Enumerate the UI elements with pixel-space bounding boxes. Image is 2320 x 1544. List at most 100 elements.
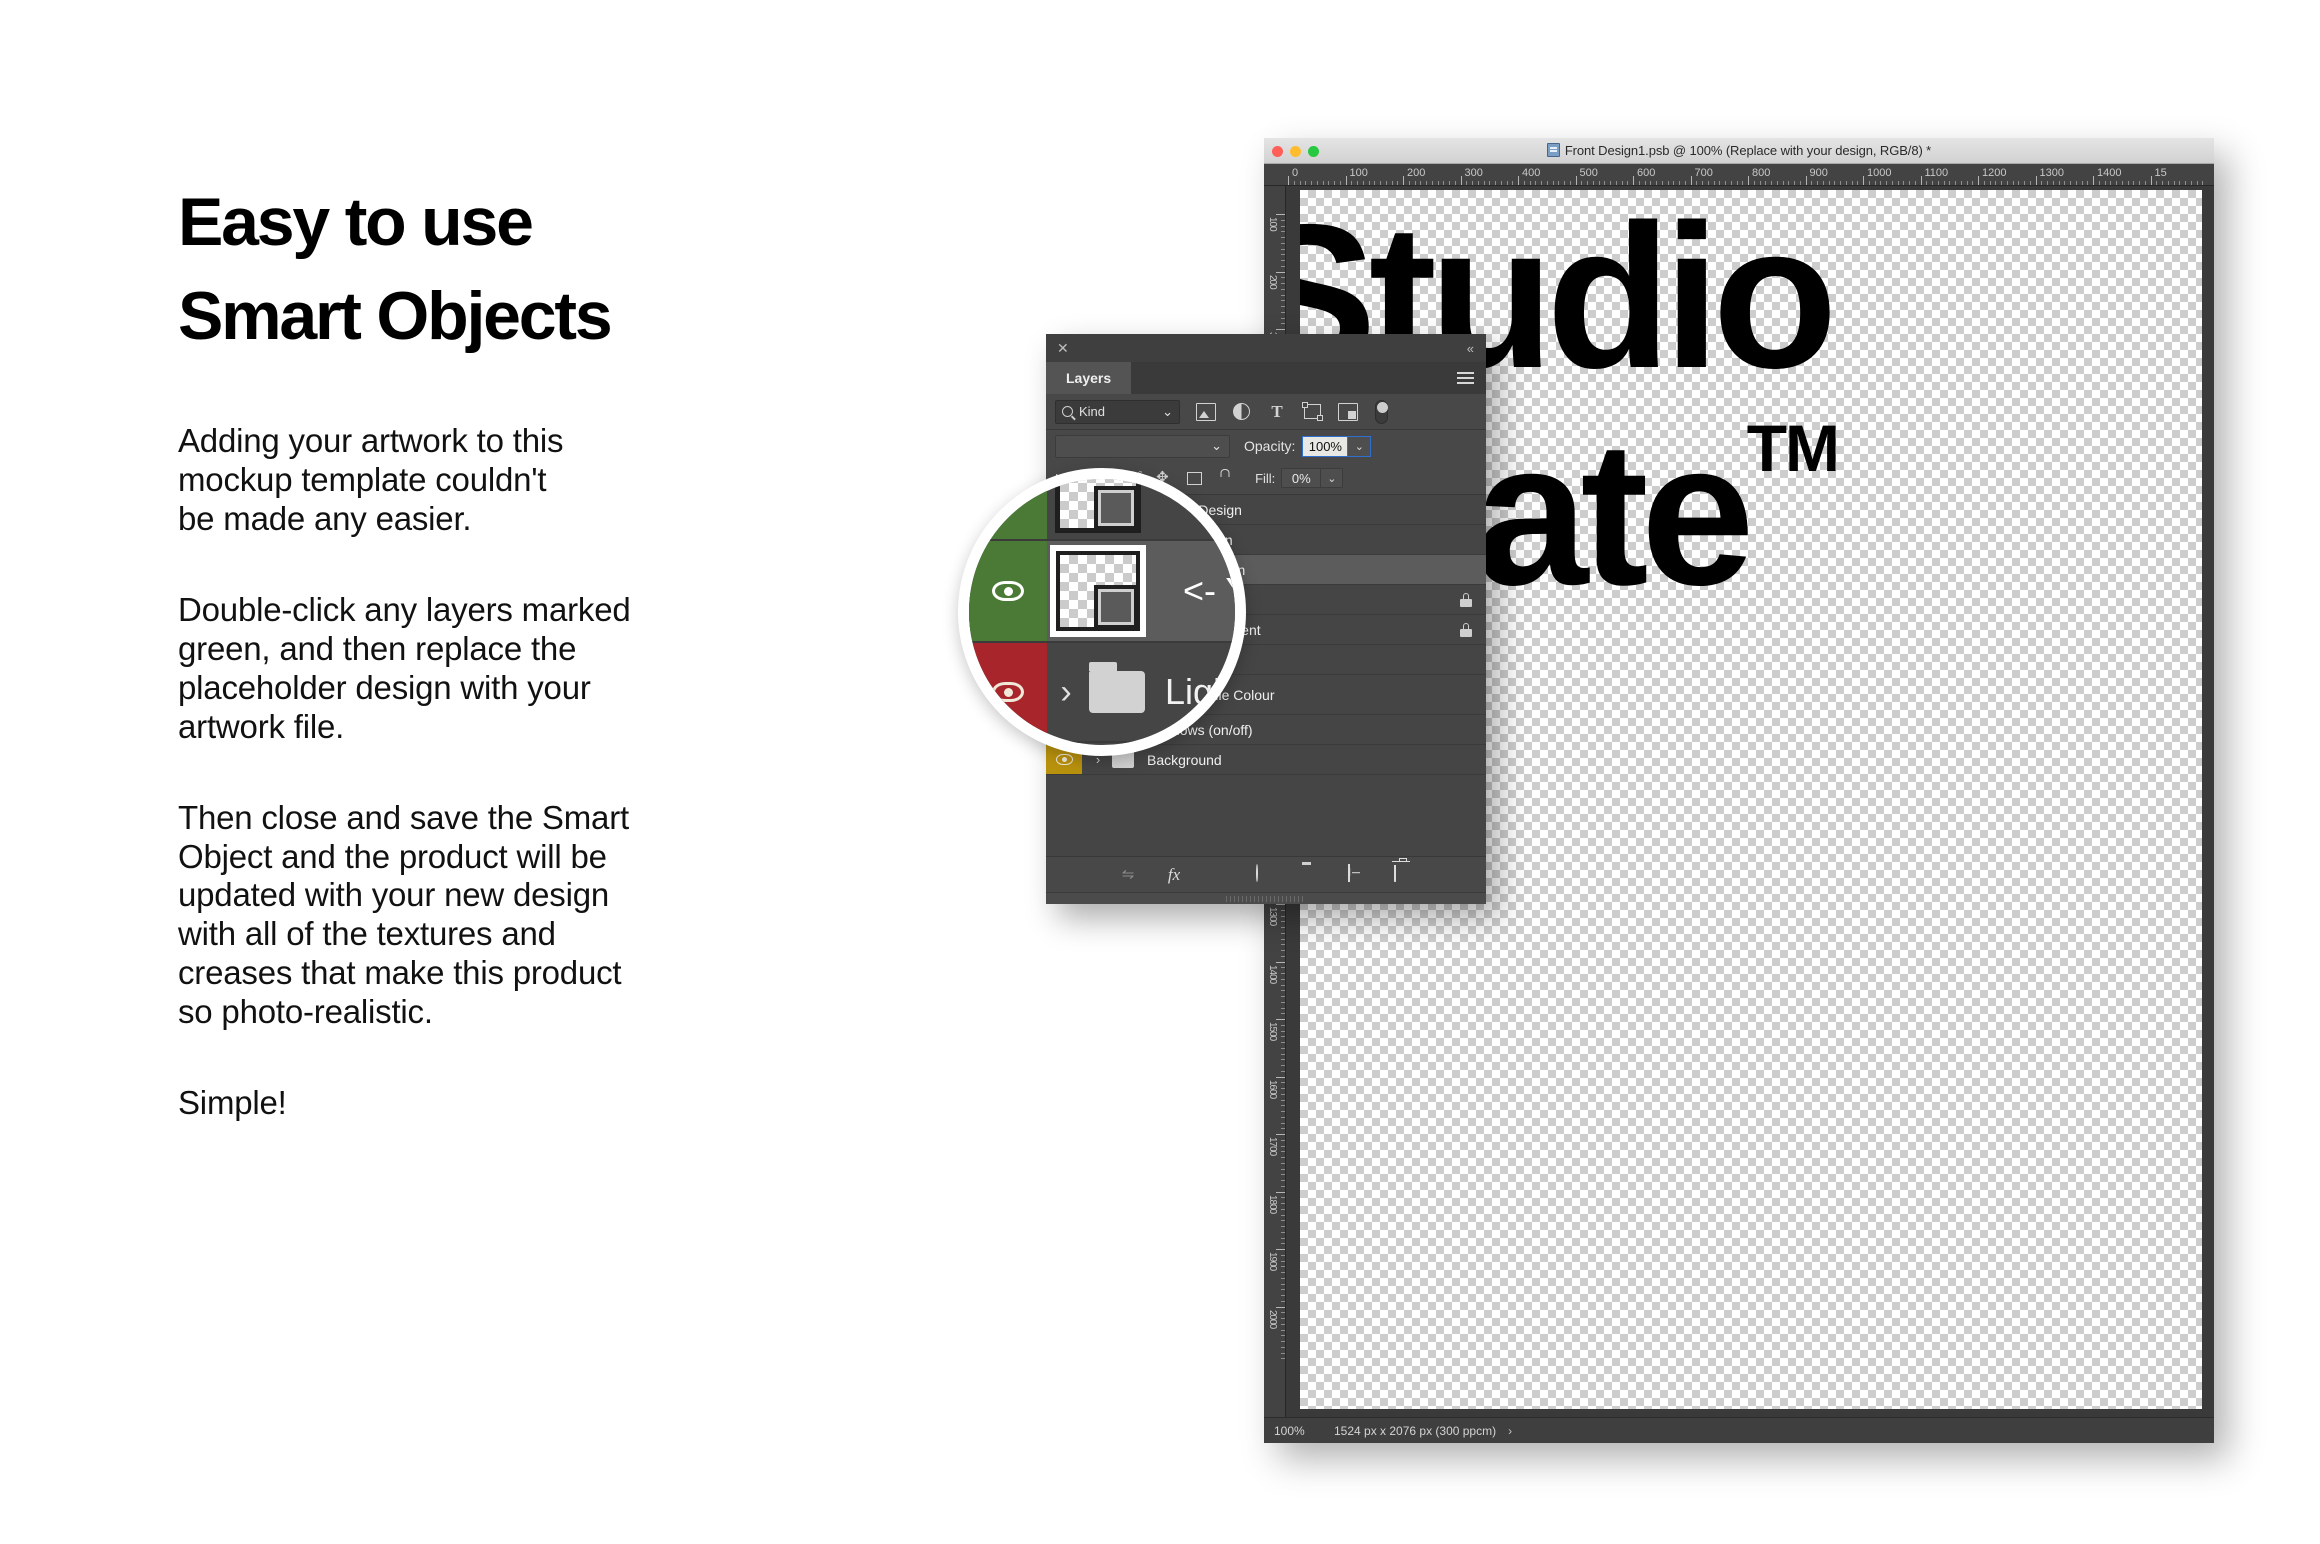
- ruler-minor-tick: [1794, 181, 1795, 185]
- ruler-tick: [1346, 176, 1347, 185]
- marketing-copy: Easy to use Smart Objects Adding your ar…: [178, 188, 798, 1123]
- ruler-minor-tick: [1742, 181, 1743, 185]
- ruler-label: 1900: [1267, 1252, 1277, 1270]
- shape-filter-icon[interactable]: [1304, 404, 1321, 419]
- ruler-minor-tick: [1281, 1169, 1285, 1170]
- ruler-minor-tick: [1449, 181, 1450, 185]
- fill-chevron-down-icon[interactable]: ⌄: [1321, 468, 1343, 488]
- layer-name[interactable]: Light: [1165, 671, 1243, 713]
- close-button[interactable]: [1272, 146, 1283, 157]
- disclosure-chevron-icon[interactable]: ›: [1051, 673, 1081, 712]
- magnified-row-selected[interactable]: <- Yo: [969, 541, 1246, 643]
- ruler-minor-tick: [1714, 181, 1715, 185]
- ruler-minor-tick: [2168, 181, 2169, 185]
- ruler-label: 1400: [1267, 965, 1277, 983]
- ruler-minor-tick: [1823, 181, 1824, 185]
- visibility-toggle[interactable]: [969, 643, 1047, 741]
- ruler-minor-tick: [1281, 1013, 1285, 1014]
- callout-text: <- Yo: [1183, 570, 1246, 612]
- smart-object-filter-icon[interactable]: [1338, 403, 1358, 421]
- layer-name[interactable]: Background: [1147, 752, 1222, 768]
- layer-style-fx-icon[interactable]: fx: [1164, 865, 1184, 885]
- ruler-minor-tick: [2202, 181, 2203, 185]
- fill-input[interactable]: 0%: [1281, 468, 1321, 488]
- ruler-minor-tick: [1409, 181, 1410, 185]
- opacity-chevron-down-icon[interactable]: ⌄: [1348, 436, 1371, 457]
- ruler-minor-tick: [1281, 1203, 1285, 1204]
- window-traffic-lights[interactable]: [1272, 146, 1319, 157]
- ruler-minor-tick: [1719, 181, 1720, 185]
- ruler-minor-tick: [1754, 181, 1755, 185]
- ruler-label: 1800: [1267, 1195, 1277, 1213]
- ruler-minor-tick: [1281, 979, 1285, 980]
- minimize-button[interactable]: [1290, 146, 1301, 157]
- opacity-label: Opacity:: [1244, 438, 1295, 454]
- link-layers-icon[interactable]: ⇋: [1118, 865, 1138, 885]
- ruler-minor-tick: [1570, 181, 1571, 185]
- visibility-toggle[interactable]: [969, 541, 1047, 641]
- opacity-input[interactable]: 100%: [1302, 436, 1348, 457]
- type-filter-icon[interactable]: T: [1267, 403, 1287, 421]
- status-zoom-level[interactable]: 100%: [1264, 1424, 1328, 1438]
- panel-resize-grip[interactable]: [1046, 892, 1486, 904]
- paragraph-4-line-1: Simple!: [178, 1084, 798, 1123]
- ruler-minor-tick: [2064, 181, 2065, 185]
- close-icon[interactable]: ✕: [1057, 341, 1069, 355]
- zoom-button[interactable]: [1308, 146, 1319, 157]
- ruler-minor-tick: [1593, 181, 1594, 185]
- blend-mode-select[interactable]: ⌄: [1055, 435, 1230, 458]
- ruler-minor-tick: [1281, 1059, 1285, 1060]
- ruler-minor-tick: [1281, 1186, 1285, 1187]
- ruler-minor-tick: [1484, 181, 1485, 185]
- ruler-minor-tick: [1281, 1301, 1285, 1302]
- ruler-minor-tick: [1984, 181, 1985, 185]
- tab-layers[interactable]: Layers: [1046, 362, 1131, 394]
- ruler-minor-tick: [1369, 181, 1370, 185]
- panel-top-bar: ✕ «: [1046, 334, 1486, 362]
- filter-kind-select[interactable]: Kind ⌄: [1055, 400, 1180, 424]
- ruler-minor-tick: [1281, 1065, 1285, 1066]
- blend-mode-row: ⌄ Opacity: 100% ⌄: [1046, 430, 1486, 462]
- paragraph-3-line-5: creases that make this product: [178, 954, 798, 993]
- ruler-minor-tick: [2139, 181, 2140, 185]
- ruler-minor-tick: [1915, 181, 1916, 185]
- ruler-tick: [1276, 904, 1285, 905]
- adjustment-filter-icon[interactable]: [1233, 403, 1250, 420]
- panel-menu-icon[interactable]: [1457, 372, 1474, 384]
- paragraph-4: Simple!: [178, 1084, 798, 1123]
- ruler-minor-tick: [2082, 181, 2083, 185]
- ruler-minor-tick: [1357, 181, 1358, 185]
- ruler-minor-tick: [1639, 181, 1640, 185]
- pixel-filter-icon[interactable]: [1196, 403, 1216, 421]
- new-group-icon[interactable]: [1302, 865, 1322, 885]
- status-expand-arrow-icon[interactable]: ›: [1508, 1424, 1512, 1438]
- filter-toggle[interactable]: [1375, 400, 1388, 424]
- lock-icon: [1460, 593, 1472, 607]
- ruler-minor-tick: [1317, 181, 1318, 185]
- ruler-minor-tick: [1512, 181, 1513, 185]
- ruler-minor-tick: [1281, 967, 1285, 968]
- ruler-minor-tick: [1281, 939, 1285, 940]
- new-layer-icon[interactable]: [1348, 865, 1368, 885]
- ruler-tick: [1576, 176, 1577, 185]
- paragraph-3-line-1: Then close and save the Smart: [178, 799, 798, 838]
- ruler-tick: [1978, 176, 1979, 185]
- add-mask-icon[interactable]: [1210, 865, 1230, 885]
- ruler-minor-tick: [1426, 181, 1427, 185]
- horizontal-ruler[interactable]: 0100200300400500600700800900100011001200…: [1264, 164, 2214, 186]
- ruler-minor-tick: [1281, 1048, 1285, 1049]
- ruler-minor-tick: [1777, 181, 1778, 185]
- magnified-row-lighting[interactable]: › Light: [969, 643, 1246, 743]
- visibility-toggle[interactable]: [969, 743, 1047, 756]
- ruler-minor-tick: [1507, 181, 1508, 185]
- ruler-minor-tick: [1869, 181, 1870, 185]
- collapse-panel-icon[interactable]: «: [1467, 341, 1474, 356]
- ruler-label: 400: [1522, 167, 1540, 179]
- ruler-minor-tick: [2018, 181, 2019, 185]
- adjustment-layer-icon[interactable]: [1256, 865, 1276, 885]
- ruler-minor-tick: [2007, 181, 2008, 185]
- visibility-toggle[interactable]: [969, 468, 1047, 539]
- ruler-tick: [1276, 1077, 1285, 1078]
- document-title-bar[interactable]: Front Design1.psb @ 100% (Replace with y…: [1264, 138, 2214, 164]
- delete-layer-icon[interactable]: [1394, 865, 1414, 885]
